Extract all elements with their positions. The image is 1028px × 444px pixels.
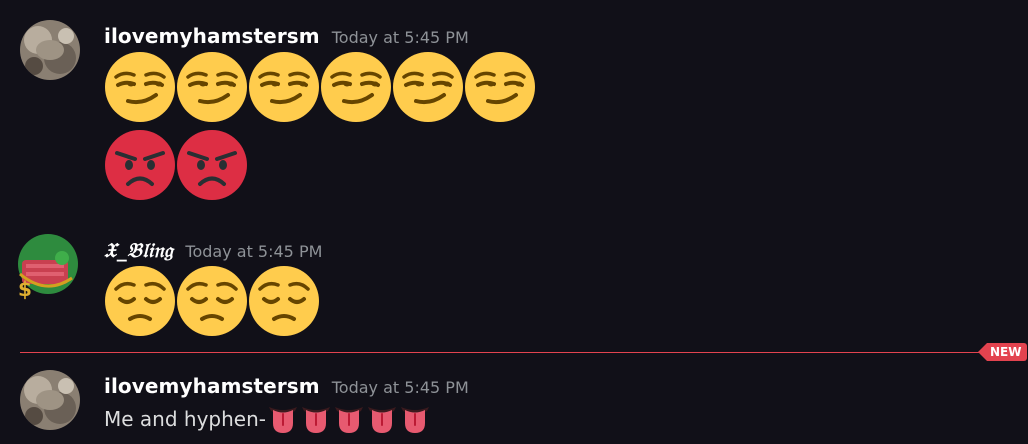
emoji-row [104, 265, 320, 337]
pepe-money-avatar-image: $ [18, 234, 78, 301]
pensive-face-emoji[interactable] [248, 265, 320, 337]
emoji-row [104, 129, 248, 201]
hamster-avatar-image [20, 20, 80, 80]
smirking-face-emoji[interactable] [392, 51, 464, 123]
avatar[interactable]: $ [18, 234, 80, 301]
svg-text:$: $ [18, 277, 32, 301]
hamster-avatar-image [20, 370, 80, 430]
smirking-face-emoji[interactable] [248, 51, 320, 123]
smirking-face-emoji[interactable] [176, 51, 248, 123]
timestamp[interactable]: Today at 5:45 PM [185, 242, 322, 261]
tongue-emoji[interactable] [267, 403, 299, 435]
smirking-face-emoji[interactable] [464, 51, 536, 123]
username[interactable]: ilovemyhamstersm [104, 24, 320, 48]
tongue-emoji[interactable] [333, 403, 365, 435]
new-messages-divider [20, 352, 1000, 353]
avatar[interactable] [20, 370, 80, 430]
timestamp[interactable]: Today at 5:45 PM [332, 28, 469, 47]
tongue-emoji[interactable] [366, 403, 398, 435]
username[interactable]: 𝔛_𝔅𝔩𝔦𝔫𝔤 [104, 238, 173, 262]
pensive-face-emoji[interactable] [176, 265, 248, 337]
smirking-face-emoji[interactable] [104, 51, 176, 123]
message-text: Me and hyphen- [104, 403, 431, 435]
tongue-emoji[interactable] [399, 403, 431, 435]
timestamp[interactable]: Today at 5:45 PM [332, 378, 469, 397]
tongue-emoji[interactable] [300, 403, 332, 435]
smirking-face-emoji[interactable] [320, 51, 392, 123]
message-content: Me and hyphen- [104, 407, 266, 431]
chat-messages: ilovemyhamstersm Today at 5:45 PM $ 𝔛_𝔅𝔩… [0, 0, 1028, 444]
new-messages-badge: NEW [978, 343, 1028, 361]
new-label: NEW [987, 343, 1028, 361]
pensive-face-emoji[interactable] [104, 265, 176, 337]
pouting-face-emoji[interactable] [176, 129, 248, 201]
avatar[interactable] [20, 20, 80, 80]
username[interactable]: ilovemyhamstersm [104, 374, 320, 398]
pouting-face-emoji[interactable] [104, 129, 176, 201]
emoji-row [104, 51, 536, 123]
